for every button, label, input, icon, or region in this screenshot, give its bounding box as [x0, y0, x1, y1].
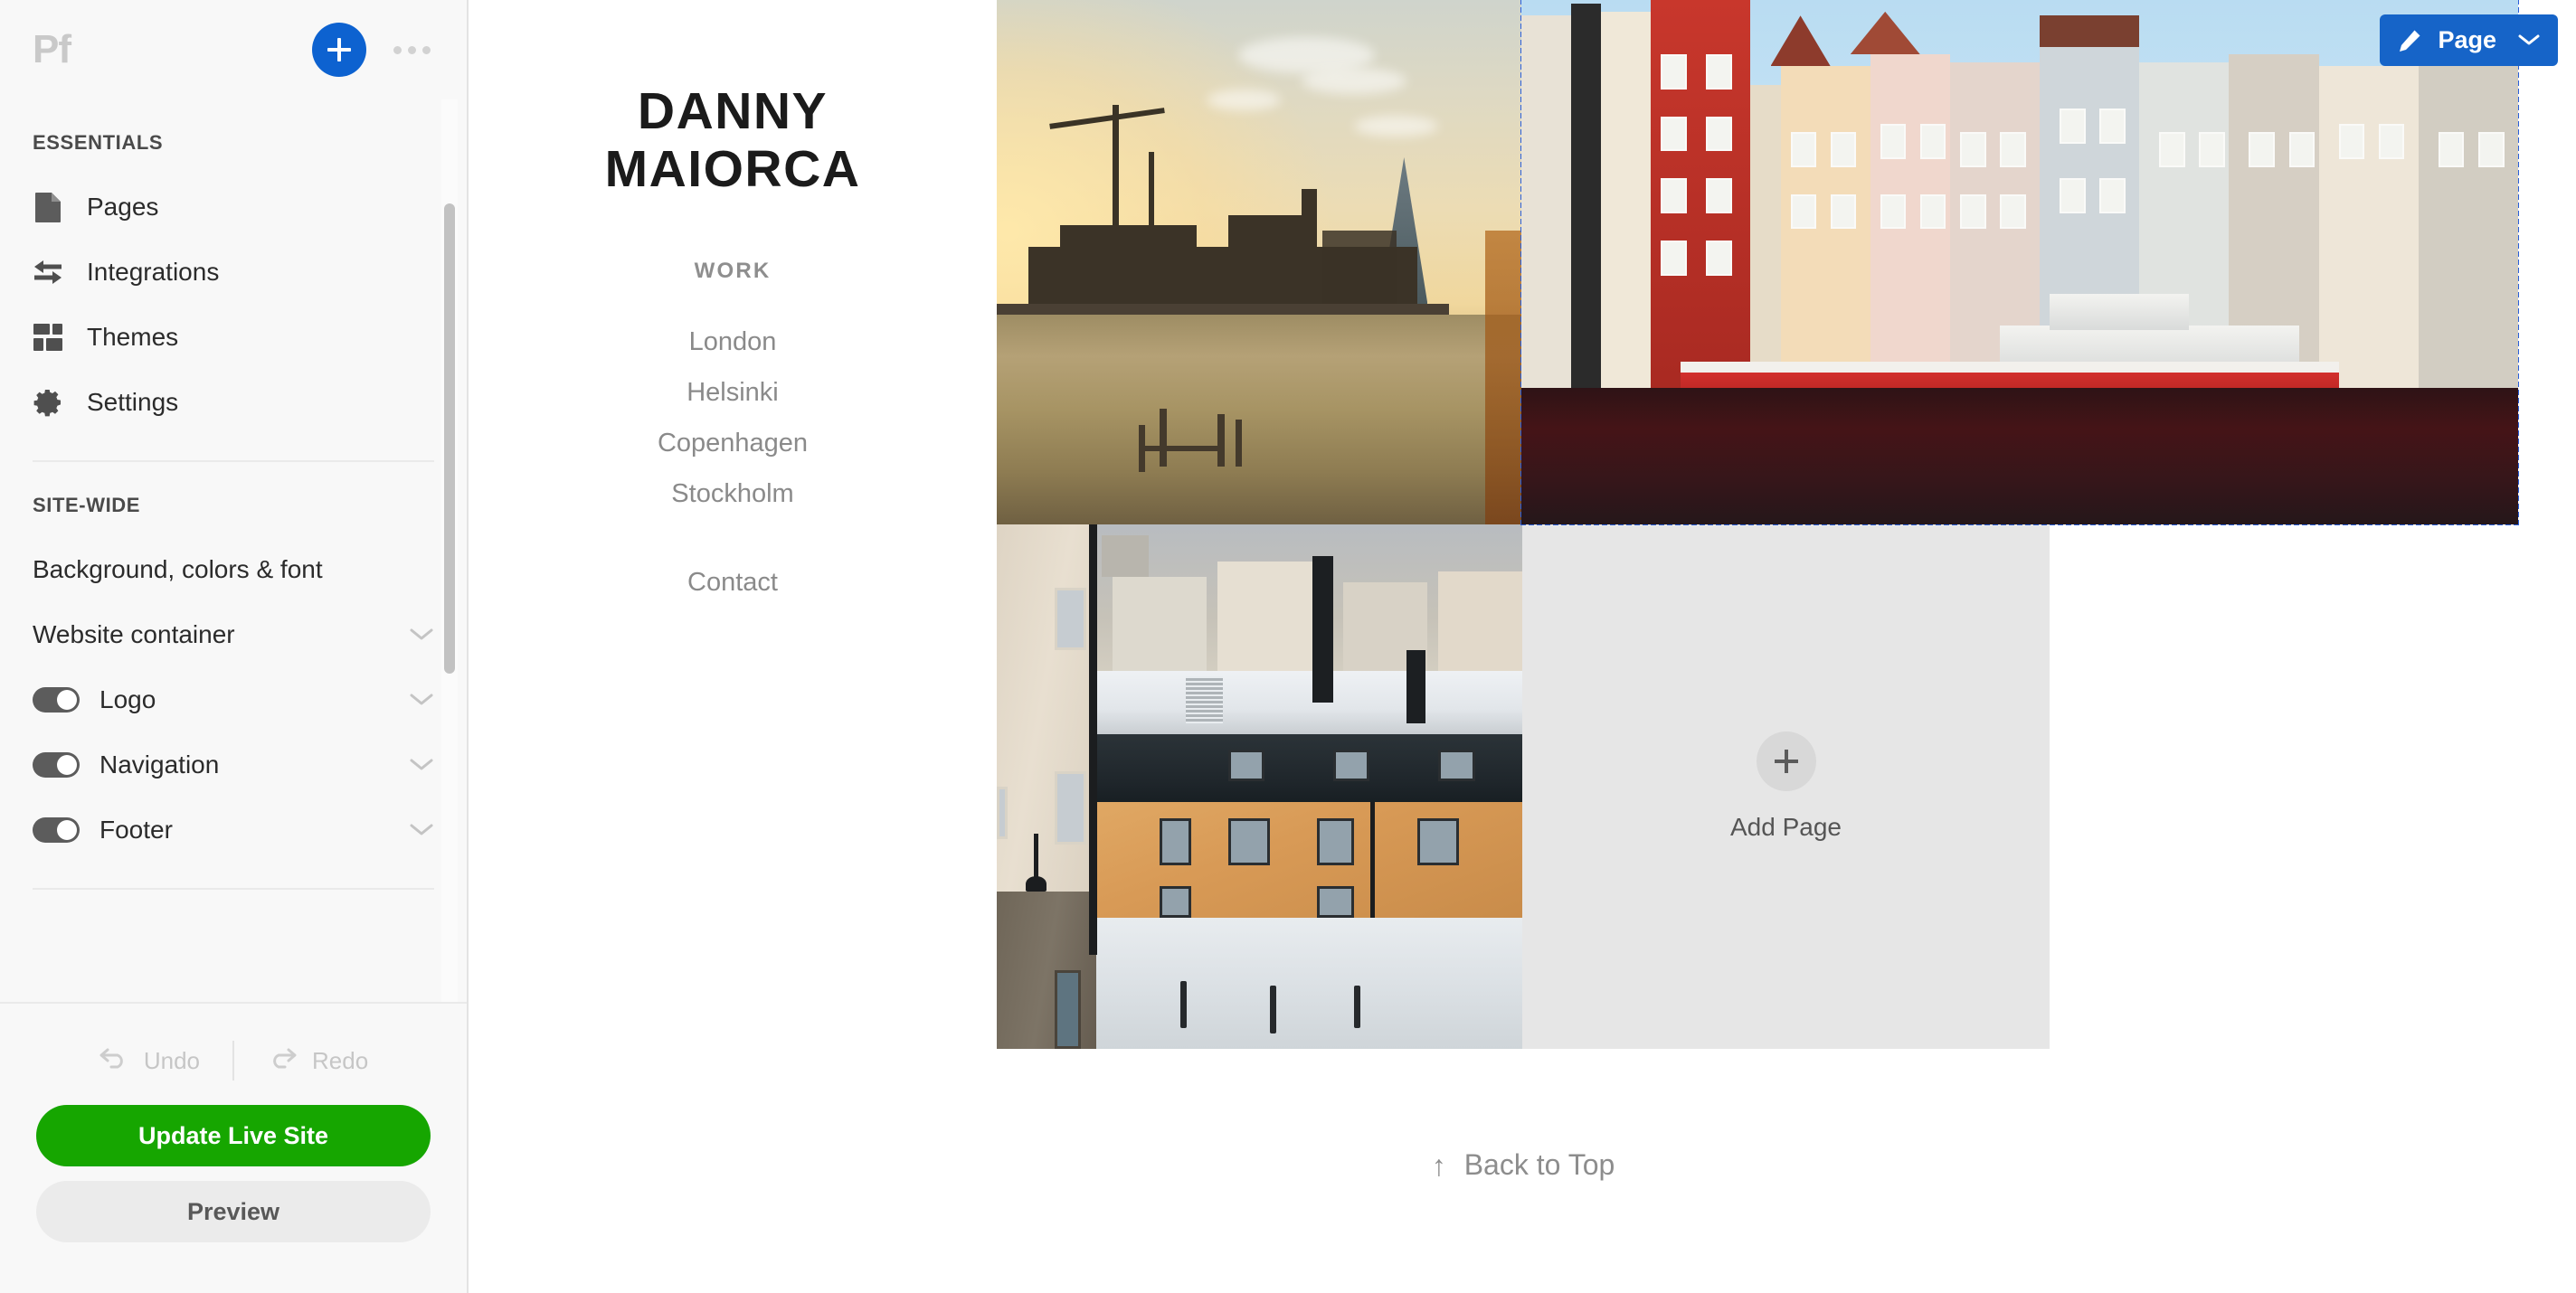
chevron-down-icon [2518, 33, 2540, 47]
sidebar-item-label: Pages [87, 193, 159, 221]
sidebar-section-essentials-label: ESSENTIALS [33, 131, 164, 154]
sidebar-item-label: Footer [99, 816, 173, 844]
chevron-down-icon[interactable] [409, 752, 434, 778]
sidebar: Pf ESSENTIALS Pages Integrations Themes … [0, 0, 469, 1293]
page-edit-button[interactable]: Page [2380, 14, 2558, 66]
nav-link-helsinki[interactable]: Helsinki [687, 375, 779, 411]
page-thumbnail-stockholm[interactable] [997, 524, 1522, 1049]
arrow-up-icon: ↑ [1431, 1148, 1446, 1182]
sidebar-section-sitewide-label: SITE-WIDE [33, 494, 141, 516]
sidebar-scroll-area: ESSENTIALS Pages Integrations Themes Set… [0, 99, 467, 1002]
nav-link-stockholm[interactable]: Stockholm [671, 477, 793, 512]
undo-button[interactable]: Undo [66, 1046, 232, 1076]
sidebar-essentials-nav: Pages Integrations Themes Settings [33, 175, 434, 435]
sidebar-item-label: Themes [87, 323, 179, 351]
back-to-top-button[interactable]: ↑ Back to Top [997, 1148, 2050, 1182]
gear-icon [33, 387, 63, 418]
page-thumbnail-copenhagen[interactable] [1520, 0, 2519, 525]
sidebar-item-themes[interactable]: Themes [33, 305, 434, 370]
sidebar-item-background-colors-font[interactable]: Background, colors & font [33, 537, 434, 602]
chevron-down-icon[interactable] [409, 622, 434, 647]
undo-icon [99, 1046, 129, 1076]
sidebar-footer: Undo Redo Update Live Site Preview [0, 1002, 467, 1293]
copenhagen-photo [1521, 0, 2518, 524]
app-root: Pf ESSENTIALS Pages Integrations Themes … [0, 0, 2576, 1293]
add-new-button[interactable] [312, 23, 366, 77]
page-icon [33, 192, 63, 222]
sidebar-item-label: Integrations [87, 258, 220, 286]
sidebar-item-label: Logo [99, 685, 156, 713]
site-title-line1: DANNY [637, 82, 829, 140]
sidebar-item-label: Navigation [99, 750, 220, 779]
logo-toggle[interactable] [33, 687, 80, 713]
sidebar-scrollbar[interactable] [441, 99, 458, 1002]
arrows-exchange-icon [33, 257, 63, 288]
sidebar-sitewide-nav: Background, colors & font Website contai… [33, 537, 434, 863]
preview-button[interactable]: Preview [36, 1181, 431, 1242]
ellipsis-icon[interactable] [390, 39, 434, 61]
london-photo [997, 0, 1522, 524]
sidebar-item-label: Settings [87, 388, 179, 416]
site-nav-links: London Helsinki Copenhagen Stockholm Con… [658, 309, 808, 601]
redo-button[interactable]: Redo [234, 1046, 401, 1076]
layout-blocks-icon [33, 322, 63, 353]
sidebar-scroll-content: ESSENTIALS Pages Integrations Themes Set… [0, 99, 467, 1002]
site-canvas: DANNY MAIORCA WORK London Helsinki Copen… [469, 0, 2576, 1293]
sidebar-item-integrations[interactable]: Integrations [33, 240, 434, 305]
sidebar-divider-top [33, 460, 434, 462]
add-page-button[interactable]: Add Page [1522, 524, 2050, 1049]
back-to-top-label: Back to Top [1463, 1148, 1615, 1181]
sidebar-header-actions [312, 23, 434, 77]
sidebar-scrollbar-thumb[interactable] [444, 203, 455, 674]
sidebar-item-navigation[interactable]: Navigation [33, 732, 434, 798]
undo-redo-bar: Undo Redo [36, 1029, 431, 1092]
navigation-toggle[interactable] [33, 752, 80, 778]
nav-link-london[interactable]: London [689, 325, 777, 360]
sidebar-item-label: Background, colors & font [33, 555, 323, 583]
chevron-down-icon[interactable] [409, 817, 434, 843]
sidebar-item-label: Website container [33, 620, 235, 648]
sidebar-divider-bottom [33, 888, 434, 890]
pencil-icon [2398, 29, 2421, 52]
update-live-site-button[interactable]: Update Live Site [36, 1105, 431, 1166]
sidebar-item-logo[interactable]: Logo [33, 667, 434, 732]
undo-label: Undo [143, 1046, 200, 1074]
sidebar-header: Pf [0, 0, 467, 99]
site-title: DANNY MAIORCA [604, 82, 861, 199]
app-logo: Pf [33, 27, 71, 71]
sidebar-item-settings[interactable]: Settings [33, 370, 434, 435]
site-navigation-column: DANNY MAIORCA WORK London Helsinki Copen… [469, 0, 997, 1293]
page-edit-button-label: Page [2438, 26, 2496, 53]
site-title-line2: MAIORCA [604, 139, 861, 198]
add-page-cell[interactable]: Add Page [1522, 524, 2050, 1049]
redo-icon [267, 1046, 298, 1076]
chevron-down-icon[interactable] [409, 687, 434, 713]
sidebar-item-pages[interactable]: Pages [33, 175, 434, 240]
nav-link-copenhagen[interactable]: Copenhagen [658, 426, 808, 461]
plus-icon [1756, 731, 1816, 791]
sidebar-item-website-container[interactable]: Website container [33, 602, 434, 667]
footer-toggle[interactable] [33, 817, 80, 843]
sidebar-item-footer[interactable]: Footer [33, 798, 434, 863]
redo-label: Redo [312, 1046, 369, 1074]
page-thumbnail-london[interactable] [997, 0, 1522, 524]
nav-heading-work: WORK [694, 258, 772, 283]
stockholm-photo [997, 524, 1522, 1049]
add-page-label: Add Page [1730, 813, 1842, 841]
nav-link-contact[interactable]: Contact [687, 565, 778, 600]
